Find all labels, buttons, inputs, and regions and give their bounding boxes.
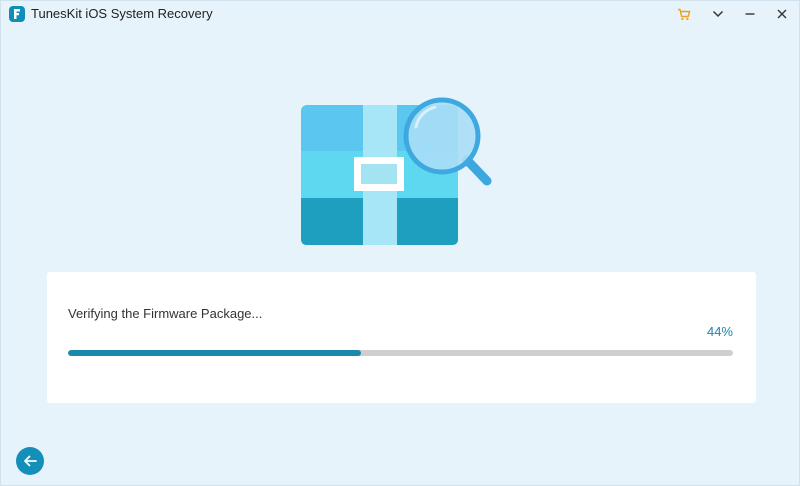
chevron-down-icon [712,10,724,18]
app-window: TunesKit iOS System Recovery Verifying t… [0,0,800,486]
progress-bar [68,350,733,356]
minimize-button[interactable] [738,4,762,24]
window-title: TunesKit iOS System Recovery [31,6,213,21]
minimize-icon [745,13,755,15]
progress-panel: Verifying the Firmware Package... 44% [47,272,756,403]
back-arrow-icon [24,455,37,467]
cart-button[interactable] [672,4,696,24]
firmware-package-magnifier-icon [301,97,496,247]
progress-percent: 44% [706,324,733,339]
menu-dropdown-button[interactable] [706,4,730,24]
progress-bar-fill [68,350,361,356]
back-button[interactable] [16,447,44,475]
app-logo-icon [9,6,25,22]
cart-icon [678,8,691,20]
close-icon [777,9,787,19]
title-bar: TunesKit iOS System Recovery [1,1,799,27]
close-button[interactable] [770,4,794,24]
status-text: Verifying the Firmware Package... [68,306,263,321]
